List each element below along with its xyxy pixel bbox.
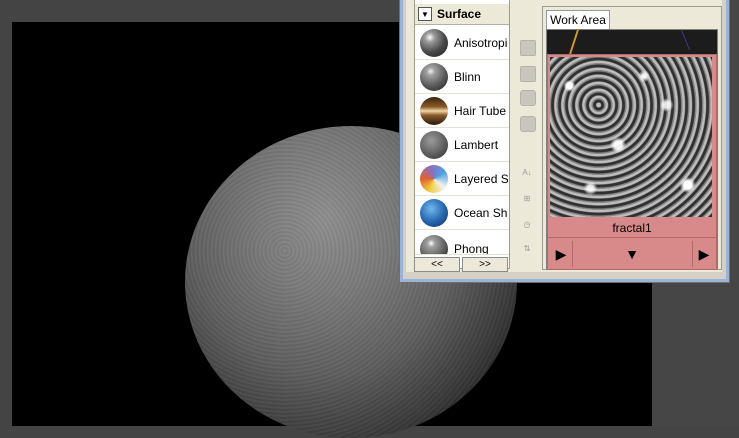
blinn-swatch-icon xyxy=(420,62,448,91)
layered-shader-swatch-icon xyxy=(420,164,448,193)
output-port-icon[interactable]: ▶ xyxy=(692,241,715,267)
anisotropic-swatch-icon xyxy=(420,28,448,57)
graph-output-icon[interactable] xyxy=(520,66,536,82)
collapse-triangle-icon[interactable]: ▼ xyxy=(418,7,432,21)
graph-background xyxy=(547,30,717,54)
shader-item-label: Anisotropic xyxy=(454,35,508,50)
sort-type-icon[interactable]: ⊞ xyxy=(518,194,536,210)
shader-item-label: Layered Sh xyxy=(454,171,508,186)
shader-item-label: Ocean Sha xyxy=(454,205,508,220)
sort-time-icon[interactable]: ◷ xyxy=(518,220,536,236)
palette-header[interactable]: ▼ Surface xyxy=(415,4,509,25)
work-area-graph[interactable]: fractal1 ▶ ▼ ▶ xyxy=(546,29,718,270)
shader-item-label: Blinn xyxy=(454,69,481,84)
next-button[interactable]: >> xyxy=(462,257,508,272)
shader-item-label: Phong xyxy=(454,242,489,255)
fractal-swatch xyxy=(550,57,712,217)
phong-swatch-icon xyxy=(420,235,448,254)
side-toolbar: A↓ ⊞ ◷ ⇅ xyxy=(516,28,538,268)
expand-attributes-icon[interactable]: ▼ xyxy=(574,241,690,267)
clear-graph-icon[interactable] xyxy=(520,116,536,132)
prev-button[interactable]: << xyxy=(414,257,460,272)
hair-tube-swatch-icon xyxy=(420,96,448,125)
hypershade-window: ▼ Surface Anisotropic Blinn Hair Tube La… xyxy=(399,0,730,283)
connection-line xyxy=(569,30,579,54)
shader-item-ocean-shader[interactable]: Ocean Sha xyxy=(415,196,509,230)
shader-item-blinn[interactable]: Blinn xyxy=(415,60,509,94)
shader-item-label: Hair Tube xyxy=(454,103,507,118)
graph-io-icon[interactable] xyxy=(520,90,536,106)
ocean-shader-swatch-icon xyxy=(420,198,448,227)
tab-work-area[interactable]: Work Area xyxy=(546,10,610,29)
shader-item-layered-shader[interactable]: Layered Sh xyxy=(415,162,509,196)
shader-item-lambert[interactable]: Lambert xyxy=(415,128,509,162)
lambert-swatch-icon xyxy=(420,130,448,159)
sort-reverse-icon[interactable]: ⇅ xyxy=(518,244,536,260)
shader-palette: ▼ Surface Anisotropic Blinn Hair Tube La… xyxy=(414,0,510,269)
shader-item-hair-tube[interactable]: Hair Tube xyxy=(415,94,509,128)
palette-title: Surface xyxy=(437,7,482,21)
input-port-icon[interactable]: ▶ xyxy=(550,241,573,267)
shader-item-label: Lambert xyxy=(454,137,499,152)
texture-node[interactable]: fractal1 ▶ ▼ ▶ xyxy=(547,54,717,270)
sort-alpha-icon[interactable]: A↓ xyxy=(518,168,536,184)
palette-navigation: << >> xyxy=(414,257,510,272)
window-content: ▼ Surface Anisotropic Blinn Hair Tube La… xyxy=(406,0,722,272)
graph-input-icon[interactable] xyxy=(520,40,536,56)
node-name: fractal1 xyxy=(548,219,716,238)
shader-item-phong[interactable]: Phong xyxy=(415,230,509,255)
shader-item-anisotropic[interactable]: Anisotropic xyxy=(415,26,509,60)
work-area-panel: Work Area fractal1 ▶ ▼ ▶ xyxy=(542,6,722,270)
connection-line xyxy=(680,30,691,50)
